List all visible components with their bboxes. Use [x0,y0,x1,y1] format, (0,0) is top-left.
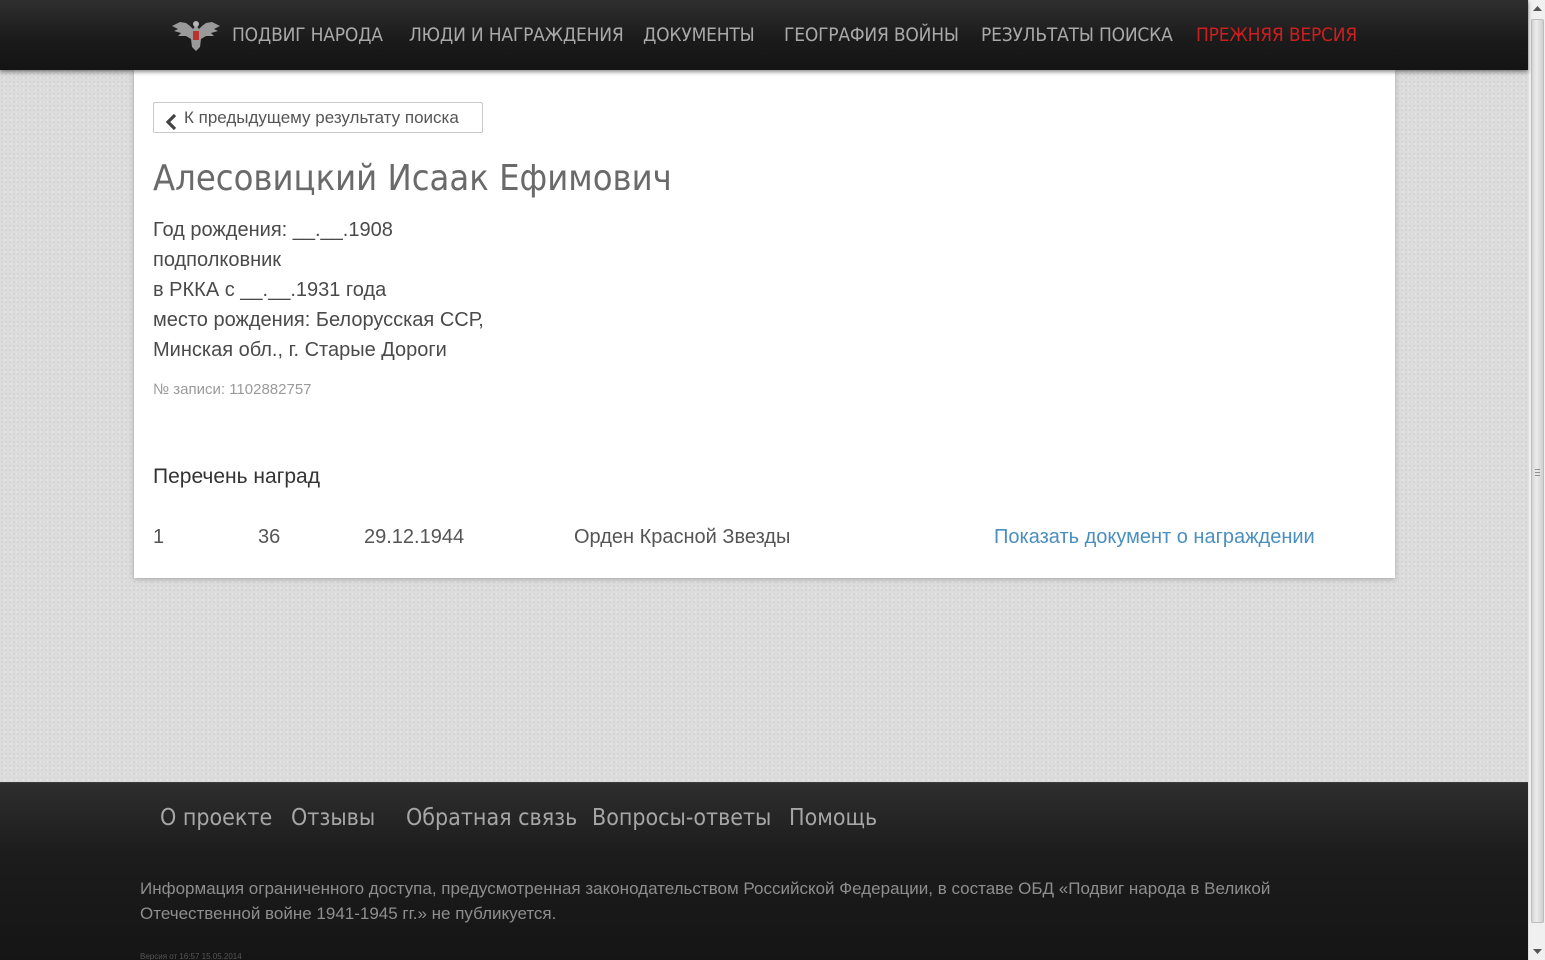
footer-link-feedback[interactable]: Обратная связь [406,805,577,831]
back-to-search-button[interactable]: К предыдущему результату поиска [153,102,483,133]
military-rank: подполковник [153,249,282,271]
scroll-down-arrow-icon[interactable] [1529,943,1545,960]
footer-disclaimer: Информация ограниченного доступа, предус… [140,879,1271,923]
record-number: № записи: 1102882757 [153,381,312,398]
nav-item-legacy-version[interactable]: Прежняя версия [1196,22,1357,48]
footer: О проекте Отзывы Обратная связь Вопросы-… [0,782,1528,960]
birth-year: Год рождения: __.__.1908 [153,219,393,241]
vertical-scrollbar[interactable] [1528,0,1545,960]
footer-link-faq[interactable]: Вопросы-ответы [592,805,771,831]
nav-item-war-geography[interactable]: География войны [784,22,959,48]
nav-item-podvig-naroda[interactable]: Подвиг народа [232,22,383,48]
birthplace-line-1: место рождения: Белорусская ССР, [153,309,484,331]
person-card: К предыдущему результату поиска Алесовиц… [134,70,1395,578]
award-date: 29.12.1944 [364,526,465,548]
version-info: Версия от 16:57 15.05.2014 [140,952,242,960]
chevron-left-icon [165,110,179,131]
footer-link-about[interactable]: О проекте [160,805,272,831]
show-award-document-link[interactable]: Показать документ о награждении [994,526,1315,549]
scroll-up-arrow-icon[interactable] [1529,0,1545,17]
footer-link-help[interactable]: Помощь [789,805,877,831]
nav-item-documents[interactable]: Документы [643,22,755,48]
nav-item-people-and-awards[interactable]: Люди и награждения [409,22,624,48]
scrollbar-thumb[interactable] [1531,19,1544,923]
scrollbar-grip-icon [1535,469,1540,476]
double-headed-eagle-emblem-icon[interactable] [170,17,222,53]
nav-item-search-results[interactable]: Результаты поиска [981,22,1173,48]
award-row-id: 36 [258,526,281,548]
person-name: Алесовицкий Исаак Ефимович [153,158,672,199]
top-navigation-bar: Подвиг народа Люди и награждения Докумен… [0,0,1528,70]
awards-section-title: Перечень наград [153,465,320,488]
service-start: в РККА с __.__.1931 года [153,279,387,301]
award-name: Орден Красной Звезды [574,526,791,548]
footer-link-reviews[interactable]: Отзывы [291,805,375,831]
award-row-number: 1 [153,526,165,548]
back-button-label: К предыдущему результату поиска [184,108,459,127]
birthplace-line-2: Минская обл., г. Старые Дороги [153,339,447,361]
